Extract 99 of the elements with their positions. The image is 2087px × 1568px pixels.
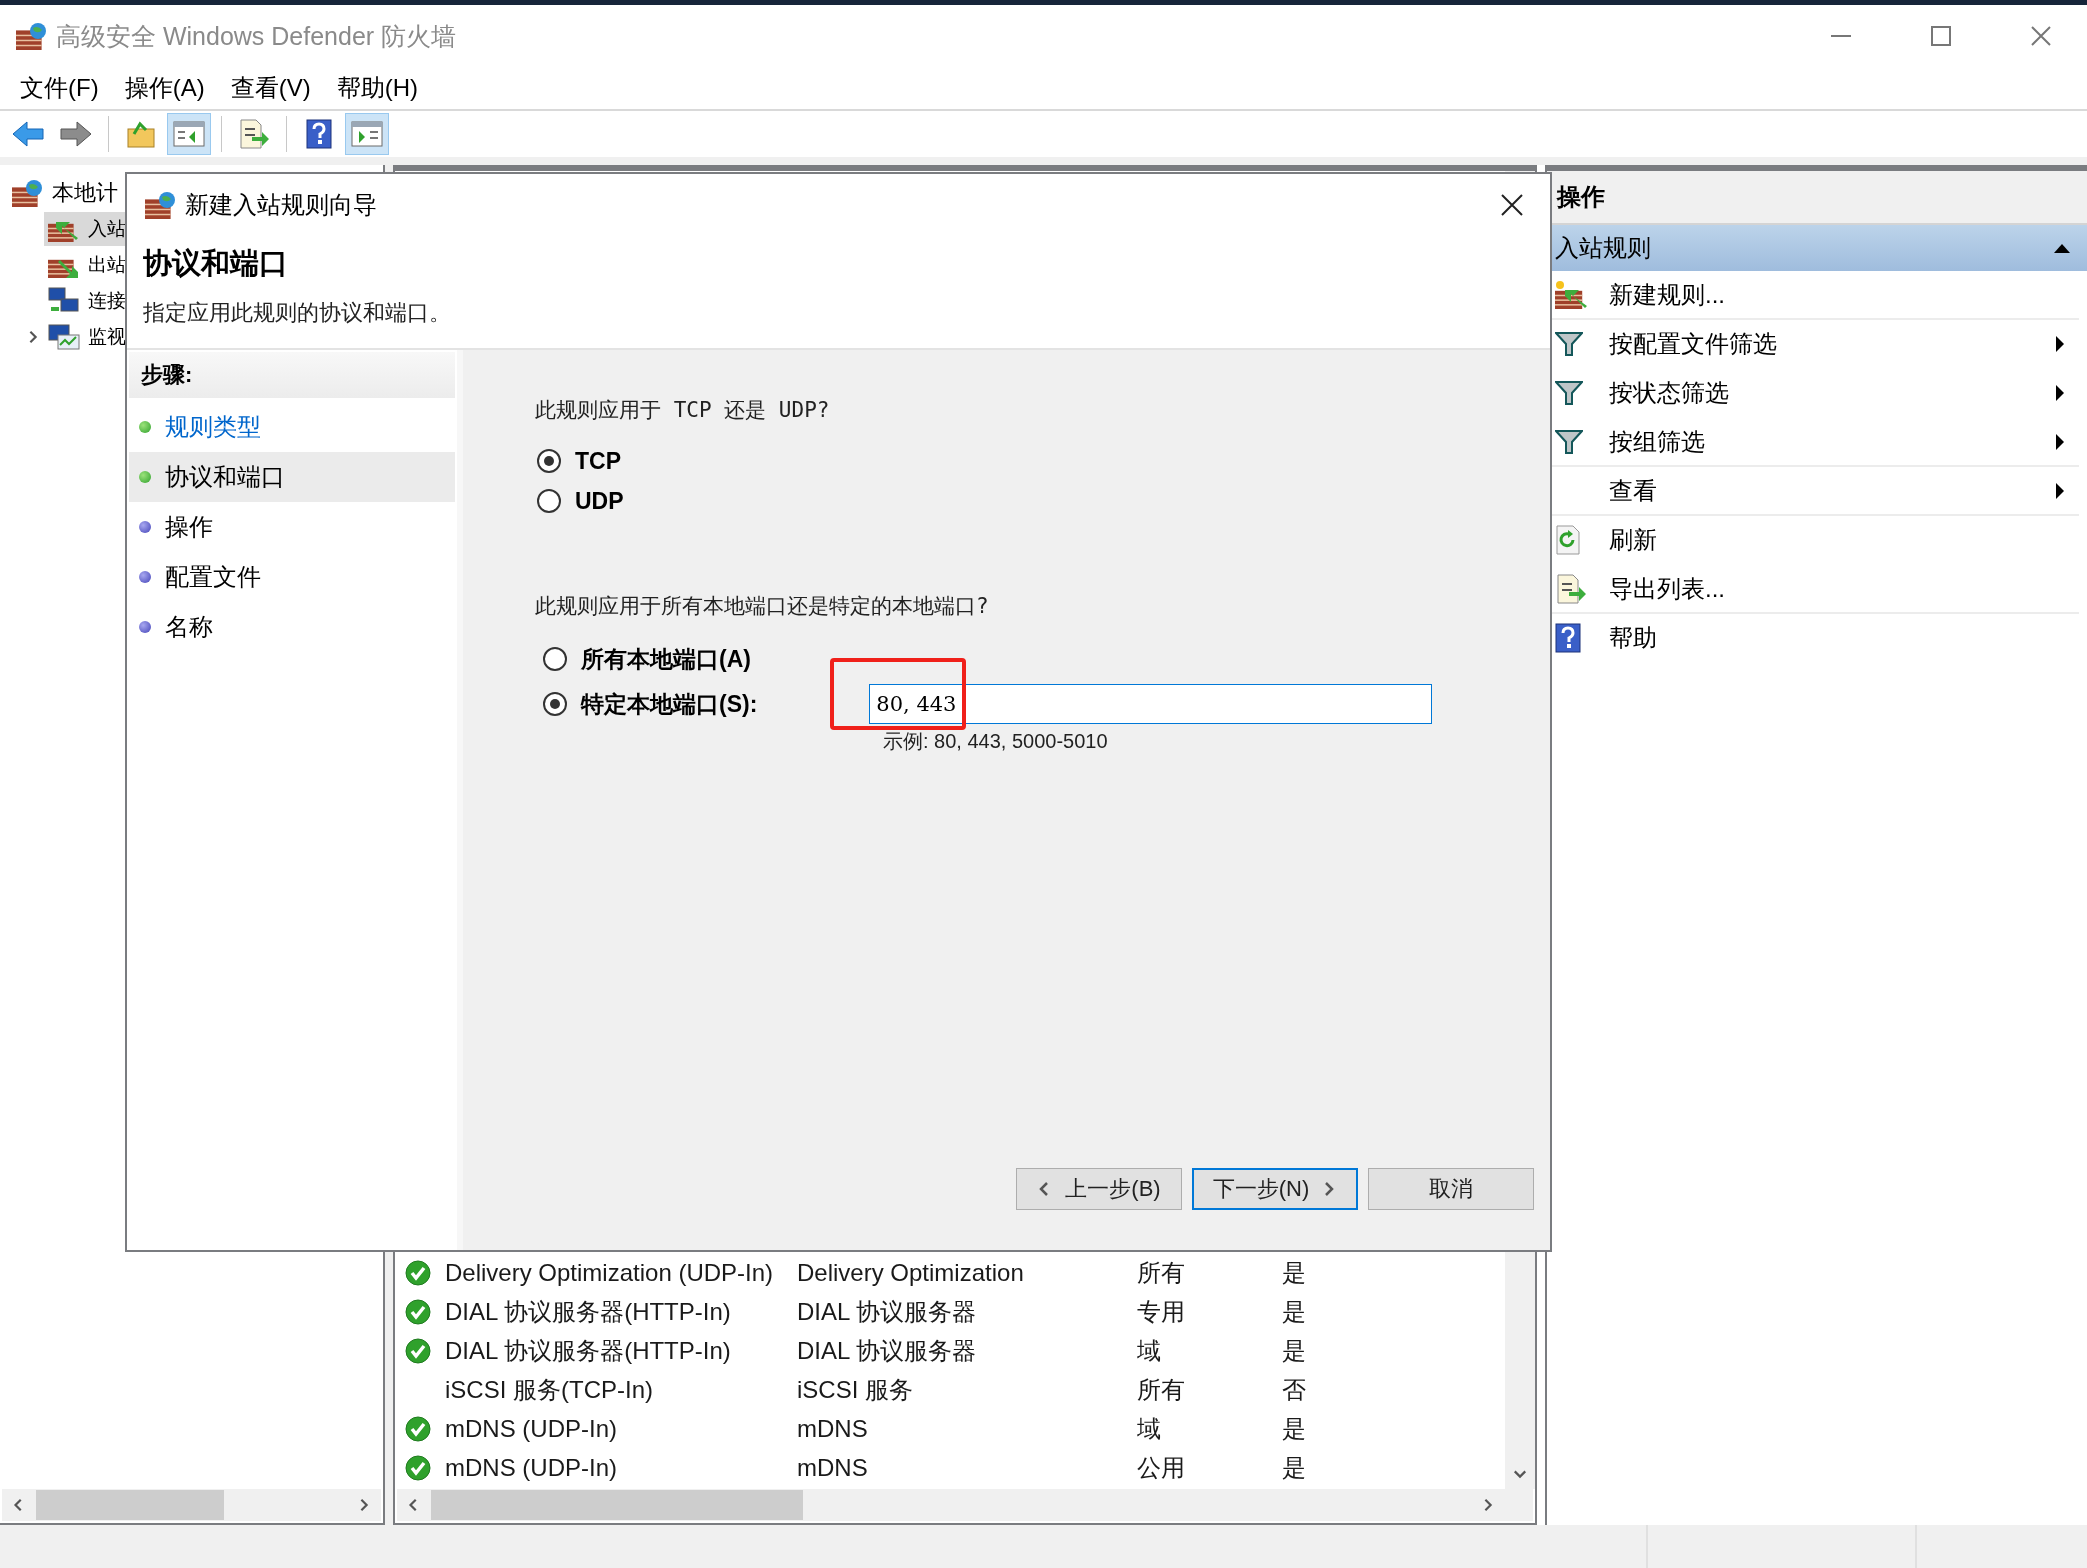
panel-toggle-icon <box>173 120 205 148</box>
help-icon <box>1555 622 1581 653</box>
window-title: 高级安全 Windows Defender 防火墙 <box>56 20 458 52</box>
table-cell-text: 是 <box>1282 1335 1307 1366</box>
radio-label[interactable]: TCP <box>575 447 621 475</box>
cancel-button[interactable]: 取消 <box>1368 1168 1534 1210</box>
table-cell-text: mDNS <box>797 1453 869 1482</box>
table-cell-text: 域 <box>1137 1335 1162 1366</box>
action-link[interactable]: 按状态筛选 <box>1609 376 2055 409</box>
table-cell-text: 是 <box>1282 1413 1307 1444</box>
firewall-icon <box>16 22 48 50</box>
table-cell-text: Delivery Optimization <box>797 1258 1025 1287</box>
table-cell-text: mDNS <box>797 1414 869 1443</box>
table-cell-text: 域 <box>1137 1413 1162 1444</box>
steps-header: 步骤: <box>129 352 455 398</box>
table-cell-text: 是 <box>1282 1296 1307 1327</box>
page-heading: 协议和端口 <box>143 246 289 281</box>
tree-item[interactable]: 连接 <box>88 288 126 314</box>
table-cell-text: 公用 <box>1137 1452 1186 1483</box>
table-cell-text: iSCSI 服务 <box>797 1374 914 1405</box>
horizontal-scrollbar[interactable] <box>397 1489 1533 1521</box>
question-text: 此规则应用于 TCP 还是 UDP? <box>535 397 831 424</box>
table-cell-text: 所有 <box>1137 1374 1186 1405</box>
menu-item[interactable]: 操作(A) <box>114 68 215 108</box>
table-cell-text: mDNS (UDP-In) <box>445 1414 618 1443</box>
filter-icon <box>1555 380 1583 405</box>
back-arrow-icon <box>11 120 45 148</box>
next-button[interactable]: 下一步(N) <box>1192 1168 1358 1210</box>
horizontal-scrollbar[interactable] <box>2 1489 381 1521</box>
table-cell-text: DIAL 协议服务器(HTTP-In) <box>445 1296 732 1327</box>
folder-up-icon <box>126 120 156 148</box>
close-icon <box>1501 194 1523 216</box>
close-icon <box>2031 26 2051 46</box>
step-link[interactable]: 配置文件 <box>165 561 261 593</box>
pane-title: 操作 <box>1557 182 1605 212</box>
table-cell-text: iSCSI 服务(TCP-In) <box>445 1374 654 1405</box>
step-link[interactable]: 操作 <box>165 511 213 543</box>
tree-item[interactable]: 监视 <box>88 324 126 350</box>
maximize-icon <box>1931 26 1951 46</box>
menu-item[interactable]: 帮助(H) <box>326 68 428 108</box>
check-icon <box>405 1259 431 1286</box>
table-cell-text: 是 <box>1282 1452 1307 1483</box>
export-list-icon <box>1555 573 1587 604</box>
check-icon <box>405 1298 431 1325</box>
table-cell-text: 所有 <box>1137 1257 1186 1288</box>
page-description: 指定应用此规则的协议和端口。 <box>143 299 452 327</box>
radio-label[interactable]: 特定本地端口(S): <box>581 688 758 720</box>
forward-arrow-icon <box>59 120 93 148</box>
menu-item[interactable]: 文件(F) <box>10 68 109 108</box>
back-button[interactable]: 上一步(B) <box>1016 1168 1182 1210</box>
question-text: 此规则应用于所有本地端口还是特定的本地端口? <box>535 593 990 620</box>
table-cell-text: mDNS (UDP-In) <box>445 1453 618 1482</box>
table-cell-text: DIAL 协议服务器 <box>797 1296 978 1327</box>
tree-item[interactable]: 出站 <box>88 252 126 278</box>
radio-button[interactable] <box>537 489 561 513</box>
radio-button[interactable] <box>543 647 567 671</box>
radio-label[interactable]: UDP <box>575 487 624 515</box>
table-cell-text: DIAL 协议服务器(HTTP-In) <box>445 1335 732 1366</box>
computers-icon <box>48 287 80 315</box>
action-link[interactable]: 导出列表... <box>1609 572 2065 605</box>
check-icon <box>405 1415 431 1442</box>
tree-item[interactable]: 本地计 <box>52 178 118 208</box>
help-icon <box>306 119 332 149</box>
port-input-field[interactable]: 80, 443 <box>869 684 1433 724</box>
monitor-icon <box>48 323 80 351</box>
filter-icon <box>1555 331 1583 356</box>
export-list-icon <box>238 119 270 149</box>
action-link[interactable]: 按配置文件筛选 <box>1609 327 2055 360</box>
step-link[interactable]: 名称 <box>165 611 213 643</box>
table-cell-text: DIAL 协议服务器 <box>797 1335 978 1366</box>
action-link[interactable]: 查看 <box>1609 474 2055 507</box>
dialog-title: 新建入站规则向导 <box>185 190 378 220</box>
minimize-icon <box>1831 35 1851 37</box>
firewall-icon <box>12 179 44 207</box>
action-link[interactable]: 新建规则... <box>1609 278 2065 311</box>
panel-toggle-icon <box>351 120 383 148</box>
table-cell-text: 否 <box>1282 1374 1307 1405</box>
action-link[interactable]: 刷新 <box>1609 523 2065 556</box>
action-link[interactable]: 帮助 <box>1609 621 2065 654</box>
table-cell-text: 是 <box>1282 1257 1307 1288</box>
submenu-arrow-icon <box>2055 432 2065 451</box>
new-rule-icon <box>1555 279 1589 310</box>
table-cell-text: 专用 <box>1137 1296 1186 1327</box>
action-link[interactable]: 按组筛选 <box>1609 425 2055 458</box>
check-icon <box>405 1454 431 1481</box>
step-link[interactable]: 规则类型 <box>165 411 261 443</box>
radio-label[interactable]: 所有本地端口(A) <box>581 643 751 675</box>
refresh-icon <box>1555 524 1581 555</box>
submenu-arrow-icon <box>2055 481 2065 500</box>
filter-icon <box>1555 429 1583 454</box>
check-icon <box>405 1337 431 1364</box>
submenu-arrow-icon <box>2055 334 2065 353</box>
firewall-icon <box>145 191 177 219</box>
radio-button[interactable] <box>543 692 567 716</box>
submenu-arrow-icon <box>2055 383 2065 402</box>
radio-button[interactable] <box>537 449 561 473</box>
table-cell-text: Delivery Optimization (UDP-In) <box>445 1258 775 1287</box>
menu-item[interactable]: 查看(V) <box>220 68 321 108</box>
example-text: 示例: 80, 443, 5000-5010 <box>883 729 1109 754</box>
